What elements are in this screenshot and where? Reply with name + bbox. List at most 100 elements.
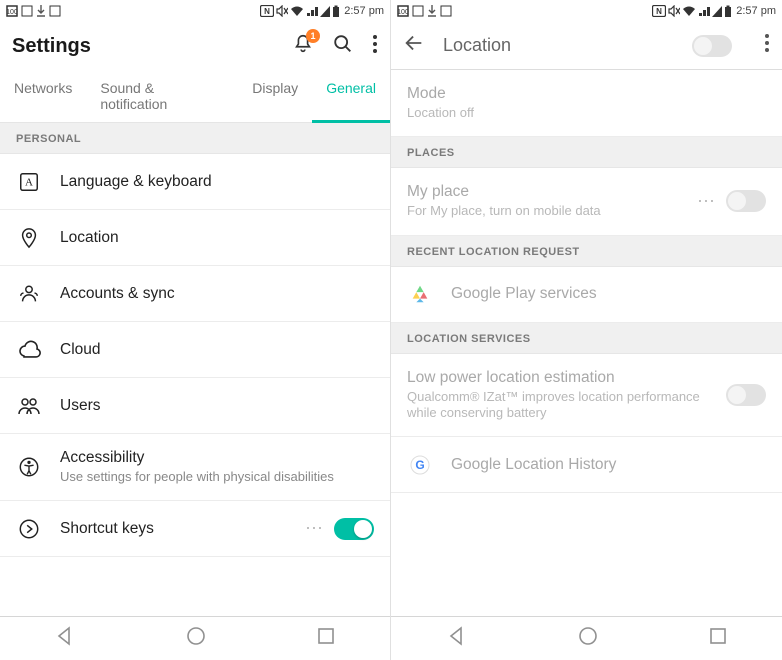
setting-label: Google Play services bbox=[451, 285, 766, 303]
setting-users[interactable]: Users bbox=[0, 378, 390, 434]
setting-accounts-sync[interactable]: Accounts & sync bbox=[0, 266, 390, 322]
back-button[interactable] bbox=[403, 32, 425, 59]
tab-bar: Networks Sound & notification Display Ge… bbox=[0, 70, 390, 123]
svg-text:N: N bbox=[264, 7, 270, 16]
notifications-button[interactable]: 1 bbox=[292, 33, 314, 60]
setting-shortcut-keys[interactable]: Shortcut keys ⋯ bbox=[0, 501, 390, 557]
svg-text:100: 100 bbox=[397, 9, 409, 16]
status-icon: 100 bbox=[397, 5, 409, 17]
wifi-icon bbox=[682, 5, 696, 17]
setting-label: Language & keyboard bbox=[60, 173, 374, 191]
back-button[interactable] bbox=[55, 626, 75, 651]
cloud-icon bbox=[16, 339, 42, 361]
keyboard-icon: A bbox=[16, 171, 42, 193]
arrow-left-icon bbox=[403, 32, 425, 54]
sync-person-icon bbox=[16, 283, 42, 305]
setting-label: Location bbox=[60, 229, 374, 247]
shortcut-keys-toggle[interactable] bbox=[334, 518, 374, 540]
setting-label: My place bbox=[407, 183, 679, 201]
users-icon bbox=[16, 395, 42, 417]
setting-label: Mode bbox=[407, 85, 766, 103]
overflow-menu-button[interactable] bbox=[764, 33, 770, 58]
status-icon bbox=[49, 5, 61, 17]
location-pin-icon bbox=[16, 227, 42, 249]
setting-accessibility[interactable]: Accessibility Use settings for people wi… bbox=[0, 434, 390, 501]
status-bar: 100 N 2:57 pm bbox=[391, 0, 782, 22]
location-master-toggle[interactable] bbox=[692, 35, 732, 57]
tab-general[interactable]: General bbox=[312, 70, 390, 122]
nav-bar bbox=[391, 616, 782, 660]
setting-language-keyboard[interactable]: A Language & keyboard bbox=[0, 154, 390, 210]
home-button[interactable] bbox=[186, 626, 206, 651]
play-services-icon bbox=[407, 283, 433, 305]
signal-icon bbox=[698, 5, 710, 17]
nav-bar bbox=[0, 616, 390, 660]
recents-button[interactable] bbox=[709, 627, 727, 650]
setting-google-location-history[interactable]: G Google Location History bbox=[391, 437, 782, 493]
recents-button[interactable] bbox=[317, 627, 335, 650]
signal-icon bbox=[712, 5, 722, 17]
page-title: Settings bbox=[12, 35, 292, 58]
download-icon bbox=[36, 5, 46, 17]
svg-text:G: G bbox=[415, 458, 424, 472]
search-button[interactable] bbox=[332, 33, 354, 60]
nfc-icon: N bbox=[260, 5, 274, 17]
home-button[interactable] bbox=[578, 626, 598, 651]
phone-settings: 100 N 2:57 pm Settings 1 bbox=[0, 0, 391, 660]
setting-my-place[interactable]: My place For My place, turn on mobile da… bbox=[391, 168, 782, 235]
battery-icon bbox=[332, 5, 340, 17]
setting-label: Accounts & sync bbox=[60, 285, 374, 303]
battery-icon bbox=[724, 5, 732, 17]
setting-cloud[interactable]: Cloud bbox=[0, 322, 390, 378]
setting-google-play-services[interactable]: Google Play services bbox=[391, 267, 782, 323]
mute-icon bbox=[276, 5, 288, 17]
clock-text: 2:57 pm bbox=[736, 5, 776, 17]
setting-sub: For My place, turn on mobile data bbox=[407, 203, 679, 219]
section-header-places: PLACES bbox=[391, 137, 782, 168]
app-bar: Settings 1 bbox=[0, 22, 390, 70]
notification-badge: 1 bbox=[306, 29, 320, 43]
nfc-icon: N bbox=[652, 5, 666, 17]
more-horiz-icon: ⋯ bbox=[305, 518, 324, 539]
overflow-menu-button[interactable] bbox=[372, 34, 378, 59]
app-bar: Location bbox=[391, 22, 782, 70]
my-place-toggle[interactable] bbox=[726, 190, 766, 212]
setting-label: Google Location History bbox=[451, 456, 766, 474]
section-header-services: LOCATION SERVICES bbox=[391, 323, 782, 354]
back-button[interactable] bbox=[447, 626, 467, 651]
setting-label: Shortcut keys bbox=[60, 520, 287, 538]
svg-text:A: A bbox=[25, 176, 33, 188]
svg-text:100: 100 bbox=[6, 9, 18, 16]
phone-location: 100 N 2:57 pm Location bbox=[391, 0, 782, 660]
setting-location[interactable]: Location bbox=[0, 210, 390, 266]
section-header-personal: PERSONAL bbox=[0, 123, 390, 154]
tab-networks[interactable]: Networks bbox=[0, 70, 86, 122]
signal-icon bbox=[320, 5, 330, 17]
tab-display[interactable]: Display bbox=[238, 70, 312, 122]
clock-text: 2:57 pm bbox=[344, 5, 384, 17]
status-bar: 100 N 2:57 pm bbox=[0, 0, 390, 22]
setting-sub: Location off bbox=[407, 105, 766, 121]
more-vert-icon bbox=[372, 34, 378, 54]
setting-low-power-location[interactable]: Low power location estimation Qualcomm® … bbox=[391, 354, 782, 438]
google-g-icon: G bbox=[407, 455, 433, 475]
svg-text:N: N bbox=[656, 7, 662, 16]
status-icon bbox=[21, 5, 33, 17]
settings-list[interactable]: PERSONAL A Language & keyboard Location … bbox=[0, 123, 390, 616]
low-power-toggle[interactable] bbox=[726, 384, 766, 406]
accessibility-icon bbox=[16, 456, 42, 478]
more-horiz-icon: ⋯ bbox=[697, 191, 716, 212]
setting-label: Low power location estimation bbox=[407, 369, 708, 387]
setting-label: Accessibility bbox=[60, 449, 374, 467]
search-icon bbox=[332, 33, 354, 55]
tab-sound[interactable]: Sound & notification bbox=[86, 70, 238, 122]
setting-mode[interactable]: Mode Location off bbox=[391, 70, 782, 137]
shortcut-icon bbox=[16, 518, 42, 540]
setting-sub: Qualcomm® IZat™ improves location perfor… bbox=[407, 389, 708, 422]
status-icon bbox=[440, 5, 452, 17]
page-title: Location bbox=[443, 35, 674, 56]
wifi-icon bbox=[290, 5, 304, 17]
more-vert-icon bbox=[764, 33, 770, 53]
location-list[interactable]: Mode Location off PLACES My place For My… bbox=[391, 70, 782, 616]
setting-sub: Use settings for people with physical di… bbox=[60, 469, 374, 485]
